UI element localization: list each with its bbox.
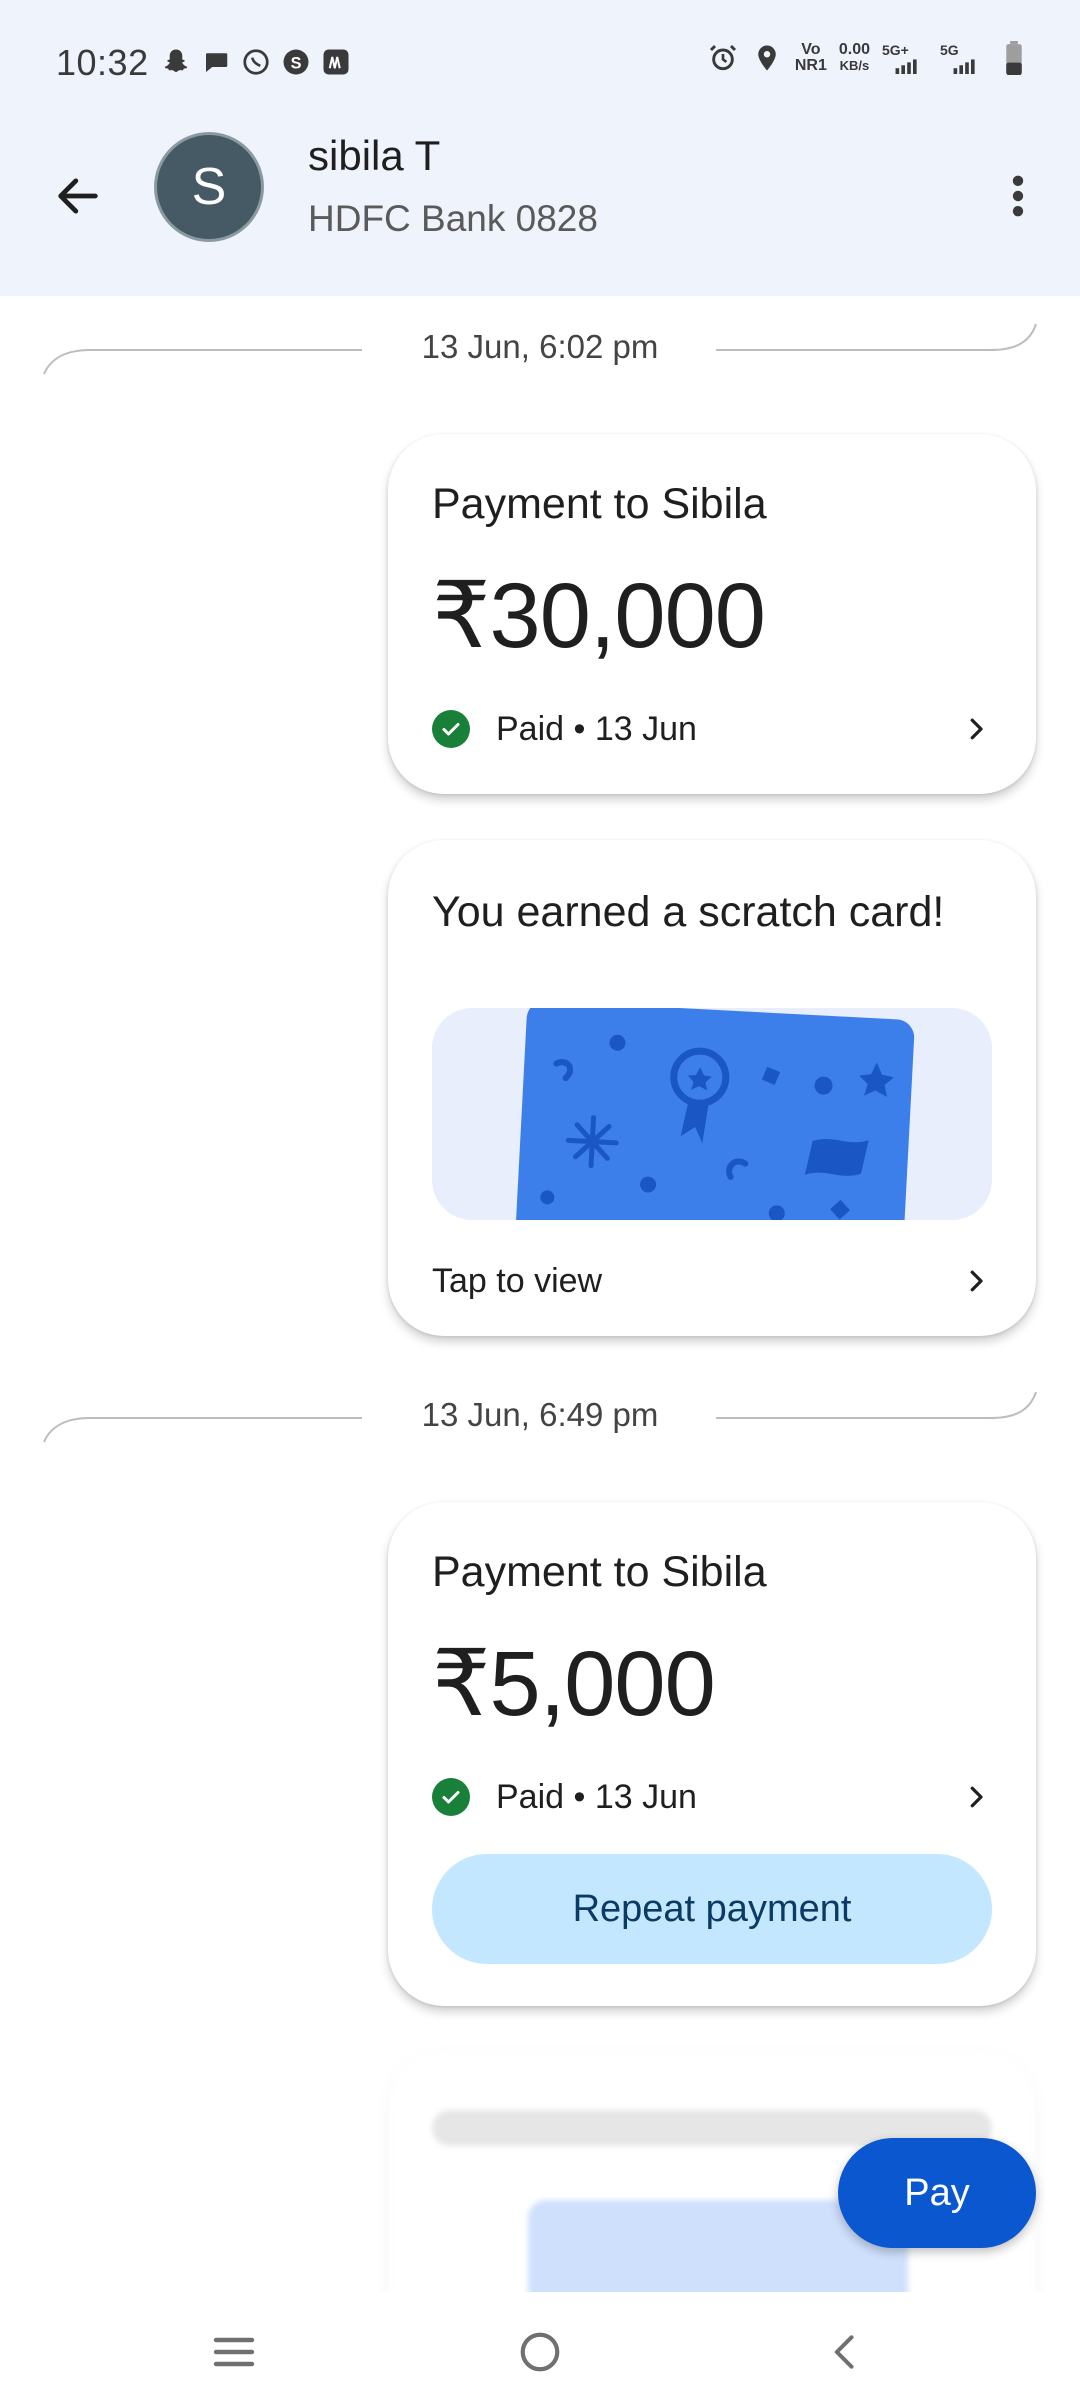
volte-indicator: Vo NR1 — [794, 41, 827, 74]
divider-timestamp: 13 Jun, 6:02 pm — [421, 328, 659, 365]
chat-header: S sibila T HDFC Bank 0828 — [0, 128, 1080, 296]
s-app-icon: S — [280, 46, 312, 78]
network-speed: 0.00 KB/s — [838, 41, 870, 74]
payment-status: Paid • 13 Jun — [496, 1777, 697, 1816]
avatar[interactable]: S — [154, 132, 264, 242]
divider-timestamp: 13 Jun, 6:49 pm — [421, 1396, 659, 1433]
chevron-left-icon — [834, 2335, 854, 2369]
svg-text:S: S — [291, 54, 302, 72]
scratch-card-action-row[interactable]: Tap to view — [432, 1256, 996, 1306]
notification-icons: S — [160, 46, 352, 78]
recents-button[interactable] — [194, 2312, 274, 2392]
whatsapp-icon — [240, 46, 272, 78]
signal-5g-icon: 5G — [940, 42, 986, 74]
payment-title: Payment to Sibila — [432, 1548, 767, 1596]
alarm-icon — [707, 42, 739, 74]
more-vert-icon — [1012, 175, 1024, 217]
back-arrow-icon — [58, 178, 98, 214]
scratch-card-title: You earned a scratch card! — [432, 888, 945, 936]
chevron-right-icon — [956, 1261, 996, 1301]
contact-name[interactable]: sibila T — [308, 132, 440, 180]
check-circle-icon — [432, 1778, 470, 1816]
check-circle-icon — [432, 710, 470, 748]
bank-account-label: HDFC Bank 0828 — [308, 198, 598, 239]
chevron-right-icon — [956, 709, 996, 749]
date-divider: 13 Jun, 6:02 pm — [0, 308, 1080, 388]
message-icon — [200, 46, 232, 78]
scratch-card-preview[interactable] — [432, 1008, 992, 1220]
system-nav-bar — [0, 2292, 1080, 2408]
payment-status-row[interactable]: Paid • 13 Jun — [432, 704, 996, 754]
status-bar: 10:32 S Vo NR1 0.00 KB/s 5G+ 5G — [0, 0, 1080, 128]
payment-card[interactable]: Payment to Sibila ₹5,000 Paid • 13 Jun R… — [388, 1502, 1036, 2006]
payment-card[interactable]: Payment to Sibila ₹30,000 Paid • 13 Jun — [388, 434, 1036, 794]
home-circle-icon — [520, 2332, 560, 2372]
home-button[interactable] — [500, 2312, 580, 2392]
system-back-button[interactable] — [806, 2312, 886, 2392]
status-time: 10:32 — [56, 42, 149, 83]
snapchat-icon — [160, 46, 192, 78]
payment-amount: ₹5,000 — [432, 1633, 716, 1735]
scratch-tile — [512, 1008, 916, 1220]
system-icons: Vo NR1 0.00 KB/s 5G+ 5G — [707, 41, 1030, 75]
date-divider: 13 Jun, 6:49 pm — [0, 1376, 1080, 1456]
top-app-area: 10:32 S Vo NR1 0.00 KB/s 5G+ 5G S sibila… — [0, 0, 1080, 296]
tap-to-view-label: Tap to view — [432, 1261, 603, 1300]
payment-amount: ₹30,000 — [432, 565, 766, 667]
menu-lines-icon — [213, 2337, 255, 2367]
payment-status-row[interactable]: Paid • 13 Jun — [432, 1772, 996, 1822]
payment-title: Payment to Sibila — [432, 480, 767, 528]
confetti-pattern-icon — [540, 1034, 895, 1220]
repeat-payment-button[interactable]: Repeat payment — [432, 1854, 992, 1964]
pay-button[interactable]: Pay — [838, 2138, 1036, 2248]
back-button[interactable] — [40, 158, 116, 234]
location-icon — [751, 42, 783, 74]
chevron-right-icon — [956, 1777, 996, 1817]
app-tile-icon — [320, 46, 352, 78]
scratch-card[interactable]: You earned a scratch card! Tap to view — [388, 840, 1036, 1336]
overflow-menu-button[interactable] — [980, 158, 1056, 234]
payment-status: Paid • 13 Jun — [496, 709, 697, 748]
signal-5g-plus-icon: 5G+ — [882, 42, 928, 74]
battery-icon — [998, 41, 1030, 75]
